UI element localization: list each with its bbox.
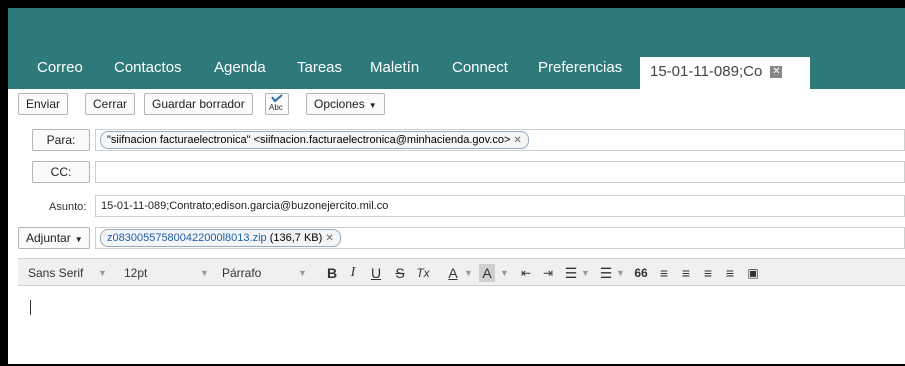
numbered-list-icon[interactable]: ☰	[598, 264, 614, 282]
tab-preferencias[interactable]: Preferencias	[538, 55, 622, 81]
underline-button[interactable]: U	[368, 264, 384, 282]
paragraph-format-value: Párrafo	[222, 266, 262, 280]
chevron-down-icon: ▼	[98, 268, 107, 278]
remove-attachment-icon[interactable]: ✕	[325, 233, 333, 244]
close-button[interactable]: Cerrar	[85, 93, 136, 115]
tab-compose-label: 15-01-11-089;Co	[650, 63, 763, 80]
spellcheck-label: Abc	[269, 103, 283, 112]
indent-increase-icon[interactable]: ⇥	[540, 264, 556, 282]
attach-label: Adjuntar	[26, 231, 71, 245]
align-right-icon[interactable]: ≡	[700, 264, 716, 282]
text-cursor	[30, 300, 31, 315]
strikethrough-button[interactable]: S	[392, 264, 408, 282]
window-frame-top	[0, 0, 905, 8]
blockquote-button[interactable]: 66	[633, 264, 649, 282]
remove-recipient-icon[interactable]: ✕	[513, 135, 521, 146]
subject-field[interactable]: 15-01-11-089;Contrato;edison.garcia@buzo…	[95, 195, 905, 217]
chevron-down-icon: ▼	[464, 268, 473, 278]
save-draft-button[interactable]: Guardar borrador	[144, 93, 253, 115]
insert-image-icon[interactable]: ▣	[745, 264, 761, 282]
attachments-field: z083005575800422000l8013.zip (136,7 KB) ✕	[95, 227, 905, 249]
options-button[interactable]: Opciones ▼	[306, 93, 385, 115]
paragraph-format-select[interactable]: Párrafo	[222, 264, 261, 282]
send-button[interactable]: Enviar	[18, 93, 69, 115]
chevron-down-icon: ▼	[500, 268, 509, 278]
subject-label: Asunto:	[49, 201, 87, 213]
editor-toolbar: Sans Serif ▼ 12pt ▼ Párrafo ▼ B I U S Tx…	[18, 258, 905, 286]
italic-button[interactable]: I	[345, 264, 361, 282]
tab-agenda[interactable]: Agenda	[214, 55, 266, 81]
bullet-list-icon[interactable]: ☰	[563, 264, 579, 282]
chevron-down-icon: ▼	[616, 268, 625, 278]
chevron-down-icon: ▼	[368, 101, 377, 110]
font-family-select[interactable]: Sans Serif	[28, 264, 83, 282]
recipient-chip[interactable]: "siifnacion facturaelectronica" <siifnac…	[100, 131, 529, 149]
font-size-select[interactable]: 12pt	[124, 264, 147, 282]
chevron-down-icon: ▼	[581, 268, 590, 278]
clear-format-button[interactable]: Tx	[415, 264, 431, 282]
cc-button[interactable]: CC:	[32, 161, 90, 183]
cc-field[interactable]	[95, 161, 905, 183]
tab-compose-active[interactable]: 15-01-11-089;Co ✕	[640, 55, 810, 89]
align-left-icon[interactable]: ≡	[656, 264, 672, 282]
align-justify-icon[interactable]: ≡	[722, 264, 738, 282]
options-label: Opciones	[314, 97, 365, 111]
font-color-button[interactable]: A	[445, 264, 461, 282]
message-body-editor[interactable]	[18, 286, 905, 364]
subject-value: 15-01-11-089;Contrato;edison.garcia@buzo…	[101, 200, 389, 212]
indent-decrease-icon[interactable]: ⇤	[518, 264, 534, 282]
spellcheck-icon: Abc	[266, 94, 288, 114]
bold-button[interactable]: B	[324, 264, 340, 282]
to-field[interactable]: "siifnacion facturaelectronica" <siifnac…	[95, 129, 905, 151]
tab-connect[interactable]: Connect	[452, 55, 508, 81]
tab-contactos[interactable]: Contactos	[114, 55, 182, 81]
font-size-value: 12pt	[124, 266, 148, 280]
to-button[interactable]: Para:	[32, 129, 90, 151]
tab-tareas[interactable]: Tareas	[297, 55, 342, 81]
chevron-down-icon: ▼	[74, 235, 83, 244]
recipient-text: "siifnacion facturaelectronica" <siifnac…	[107, 134, 511, 146]
close-icon[interactable]: ✕	[770, 66, 783, 79]
tab-correo[interactable]: Correo	[37, 55, 83, 81]
chevron-down-icon: ▼	[200, 268, 209, 278]
chevron-down-icon: ▼	[298, 268, 307, 278]
font-family-value: Sans Serif	[28, 266, 84, 280]
attachment-name[interactable]: z083005575800422000l8013.zip	[107, 232, 267, 244]
window-frame-left	[0, 0, 8, 366]
align-center-icon[interactable]: ≡	[678, 264, 694, 282]
attach-button[interactable]: Adjuntar ▼	[18, 227, 90, 249]
spellcheck-button[interactable]: Abc	[265, 93, 289, 115]
highlight-button[interactable]: A	[479, 264, 495, 282]
attachment-size: (136,7 KB)	[269, 232, 323, 244]
tab-maletin[interactable]: Maletín	[370, 55, 419, 81]
attachment-chip[interactable]: z083005575800422000l8013.zip (136,7 KB) ✕	[100, 229, 341, 247]
